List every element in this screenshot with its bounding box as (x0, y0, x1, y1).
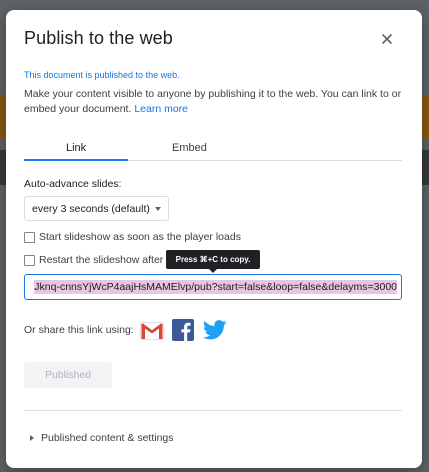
restart-label: Restart the slideshow after (39, 254, 164, 266)
chevron-down-icon (155, 207, 161, 211)
published-url-text[interactable]: Jknq-cnnsYjWcP4aajHsMAMElvp/pub?start=fa… (34, 280, 397, 294)
copy-tooltip: Press ⌘+C to copy. (166, 250, 260, 273)
copy-tooltip-text: Press ⌘+C to copy. (175, 255, 251, 264)
publish-dialog: Publish to the web This document is publ… (6, 10, 422, 468)
published-button[interactable]: Published (24, 362, 112, 388)
dialog-title: Publish to the web (24, 28, 173, 48)
gmail-icon[interactable] (140, 322, 164, 340)
dialog-description: Make your content visible to anyone by p… (24, 87, 406, 117)
close-button[interactable] (378, 30, 396, 48)
start-on-load-label: Start slideshow as soon as the player lo… (39, 231, 241, 243)
twitter-icon[interactable] (202, 319, 227, 341)
active-tab-indicator (24, 159, 128, 161)
facebook-icon[interactable] (172, 319, 194, 341)
published-url-field[interactable]: Jknq-cnnsYjWcP4aajHsMAMElvp/pub?start=fa… (24, 274, 402, 300)
published-notice: This document is published to the web. (24, 70, 180, 80)
auto-advance-label: Auto-advance slides: (24, 178, 122, 190)
tab-link[interactable]: Link (66, 142, 86, 154)
share-label: Or share this link using: (24, 324, 134, 336)
section-divider (24, 410, 402, 411)
restart-checkbox[interactable] (24, 255, 35, 266)
chevron-right-icon (30, 435, 34, 441)
tab-embed[interactable]: Embed (172, 142, 207, 154)
start-on-load-checkbox[interactable] (24, 232, 35, 243)
auto-advance-value: every 3 seconds (default) (32, 203, 150, 215)
published-settings-label: Published content & settings (41, 432, 174, 444)
description-text: Make your content visible to anyone by p… (24, 88, 402, 115)
auto-advance-select[interactable]: every 3 seconds (default) (24, 196, 169, 221)
close-icon (382, 34, 392, 44)
learn-more-link[interactable]: Learn more (134, 103, 188, 115)
tooltip-arrow (209, 269, 217, 273)
tab-bar: Link Embed (24, 137, 402, 161)
